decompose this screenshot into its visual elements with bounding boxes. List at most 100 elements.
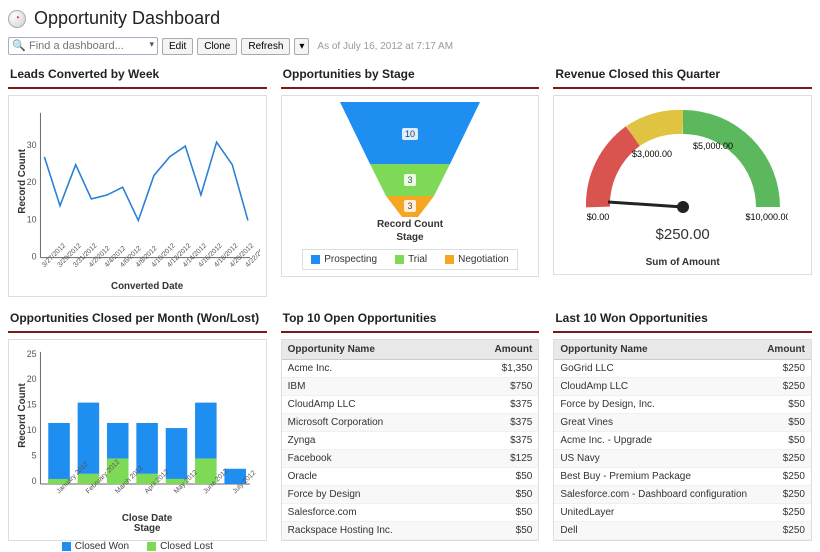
table-row[interactable]: Salesforce.com - Dashboard configuration… <box>554 486 811 504</box>
cell-amount: $50 <box>760 432 811 450</box>
table-row[interactable]: CloudAmp LLC$375 <box>282 396 539 414</box>
cell-name: Dell <box>554 522 759 540</box>
table-row[interactable]: Great Vines$50 <box>554 414 811 432</box>
cell-name: CloudAmp LLC <box>282 396 462 414</box>
cell-amount: $250 <box>760 522 811 540</box>
cell-amount: $250 <box>760 450 811 468</box>
table-row[interactable]: Best Buy - Premium Package$250 <box>554 468 811 486</box>
table-row[interactable]: IBM$750 <box>282 378 539 396</box>
cell-amount: $375 <box>462 414 539 432</box>
cell-amount: $250 <box>760 360 811 378</box>
gauge-value: $250.00 <box>656 226 710 243</box>
col-opportunity-name[interactable]: Opportunity Name <box>554 340 759 360</box>
cell-amount: $375 <box>462 432 539 450</box>
panel-top10: Top 10 Open Opportunities Opportunity Na… <box>281 311 540 541</box>
table-row[interactable]: Acme Inc. - Upgrade$50 <box>554 432 811 450</box>
table-row[interactable]: CloudAmp LLC$250 <box>554 378 811 396</box>
table-row[interactable]: US Navy$250 <box>554 450 811 468</box>
table-row[interactable]: GoGrid LLC$250 <box>554 360 811 378</box>
funnel-x-label: Stage <box>396 232 423 243</box>
panel-stage: Opportunities by Stage 10 3 3 Record Cou… <box>281 67 540 297</box>
cell-name: Great Vines <box>554 414 759 432</box>
refresh-menu-button[interactable]: ▾ <box>294 38 309 55</box>
top10-table: Opportunity Name Amount Acme Inc.$1,350I… <box>282 340 539 540</box>
edit-button[interactable]: Edit <box>162 38 193 55</box>
cell-amount: $50 <box>462 522 539 540</box>
closed-chart: Record Count 0 5 10 15 20 25 <box>9 340 266 540</box>
chevron-down-icon[interactable]: ▾ <box>149 39 154 50</box>
cell-amount: $50 <box>760 396 811 414</box>
table-row[interactable]: UnitedLayer$250 <box>554 504 811 522</box>
cell-amount: $250 <box>760 378 811 396</box>
cell-name: Best Buy - Premium Package <box>554 468 759 486</box>
toolbar: 🔍 ▾ Edit Clone Refresh ▾ As of July 16, … <box>8 37 812 55</box>
svg-text:10: 10 <box>27 425 37 435</box>
svg-text:20: 20 <box>27 374 37 384</box>
cell-name: IBM <box>282 378 462 396</box>
legend-prospecting: Prospecting <box>311 254 377 265</box>
table-row[interactable]: Microsoft Corporation$375 <box>282 414 539 432</box>
gauge-sublabel: Sum of Amount <box>646 257 720 268</box>
panel-title-closed: Opportunities Closed per Month (Won/Lost… <box>8 311 267 333</box>
table-row[interactable]: Zynga$375 <box>282 432 539 450</box>
table-row[interactable]: Acme Inc.$1,350 <box>282 360 539 378</box>
clone-button[interactable]: Clone <box>197 38 237 55</box>
table-row[interactable]: Salesforce.com$50 <box>282 504 539 522</box>
svg-text:5: 5 <box>32 451 37 461</box>
leads-chart: Record Count 0 10 20 30 3/27/2012 3/29/2… <box>9 96 266 296</box>
svg-text:Stage: Stage <box>134 523 161 534</box>
col-opportunity-name[interactable]: Opportunity Name <box>282 340 462 360</box>
panel-last10: Last 10 Won Opportunities Opportunity Na… <box>553 311 812 541</box>
svg-text:10: 10 <box>405 129 415 139</box>
cell-name: UnitedLayer <box>554 504 759 522</box>
cell-amount: $375 <box>462 396 539 414</box>
table-row[interactable]: Facebook$125 <box>282 450 539 468</box>
svg-text:$3,000.00: $3,000.00 <box>632 149 672 159</box>
svg-text:3: 3 <box>407 175 412 185</box>
cell-amount: $1,350 <box>462 360 539 378</box>
cell-name: Acme Inc. - Upgrade <box>554 432 759 450</box>
panel-title-stage: Opportunities by Stage <box>281 67 540 89</box>
cell-name: GoGrid LLC <box>554 360 759 378</box>
table-row[interactable]: Dell$250 <box>554 522 811 540</box>
cell-name: US Navy <box>554 450 759 468</box>
cell-name: Acme Inc. <box>282 360 462 378</box>
table-row[interactable]: Oracle$50 <box>282 468 539 486</box>
svg-text:$10,000.00: $10,000.00 <box>745 212 788 222</box>
panel-title-top10: Top 10 Open Opportunities <box>281 311 540 333</box>
cell-name: Oracle <box>282 468 462 486</box>
panel-closed: Opportunities Closed per Month (Won/Lost… <box>8 311 267 541</box>
closed-legend: Closed Won Closed Lost <box>15 541 260 552</box>
cell-amount: $50 <box>462 486 539 504</box>
cell-amount: $250 <box>760 468 811 486</box>
panel-revenue: Revenue Closed this Quarter $0.00 $3,000… <box>553 67 812 297</box>
col-amount[interactable]: Amount <box>760 340 811 360</box>
svg-text:15: 15 <box>27 400 37 410</box>
col-amount[interactable]: Amount <box>462 340 539 360</box>
funnel-y-label: Record Count <box>377 219 443 230</box>
search-icon: 🔍 <box>12 39 26 52</box>
legend-negotiation: Negotiation <box>445 254 509 265</box>
cell-name: Rackspace Hosting Inc. <box>282 522 462 540</box>
dashboard-grid: Leads Converted by Week Record Count 0 1… <box>8 67 812 541</box>
dashboard-search[interactable]: 🔍 ▾ <box>8 37 158 55</box>
cell-amount: $50 <box>462 504 539 522</box>
search-input[interactable] <box>8 37 158 55</box>
cell-name: Facebook <box>282 450 462 468</box>
funnel-chart: 10 3 3 Record Count Stage Prospecting Tr… <box>282 96 539 276</box>
legend-closed-lost: Closed Lost <box>147 541 213 552</box>
cell-name: Force by Design <box>282 486 462 504</box>
refresh-button[interactable]: Refresh <box>241 38 290 55</box>
leads-x-axis-label: Converted Date <box>111 281 184 290</box>
svg-text:25: 25 <box>27 349 37 359</box>
cell-amount: $250 <box>760 504 811 522</box>
table-row[interactable]: Force by Design$50 <box>282 486 539 504</box>
table-row[interactable]: Force by Design, Inc.$50 <box>554 396 811 414</box>
cell-name: Salesforce.com - Dashboard configuration <box>554 486 759 504</box>
svg-text:20: 20 <box>27 177 37 187</box>
table-row[interactable]: Rackspace Hosting Inc.$50 <box>282 522 539 540</box>
last10-table: Opportunity Name Amount GoGrid LLC$250Cl… <box>554 340 811 540</box>
funnel-legend: Prospecting Trial Negotiation <box>302 249 517 270</box>
svg-text:Record Count: Record Count <box>17 383 28 448</box>
cell-amount: $50 <box>760 414 811 432</box>
